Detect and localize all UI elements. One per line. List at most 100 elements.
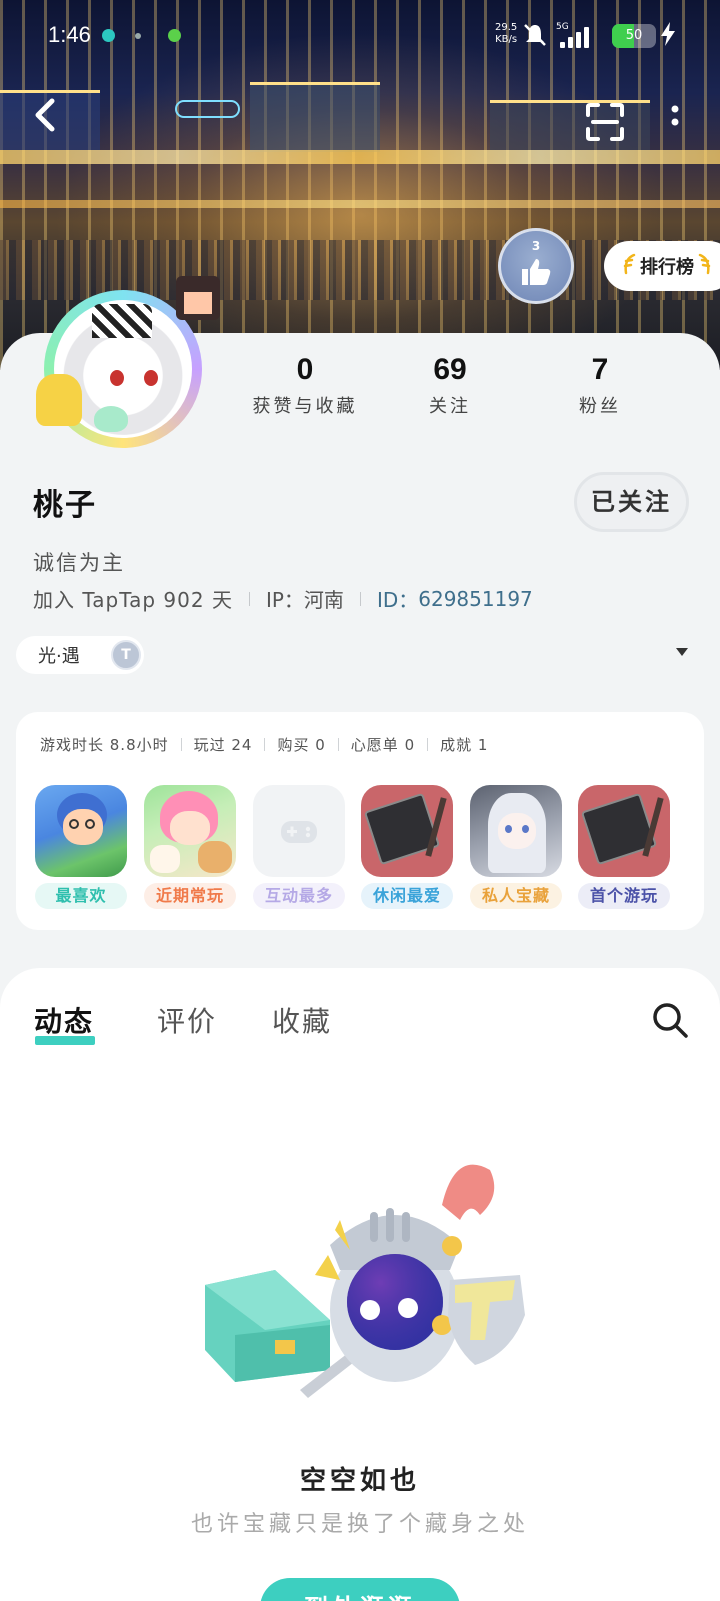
tab-favorites[interactable]: 收藏: [272, 1000, 332, 1040]
game-icon: [361, 785, 453, 877]
charging-icon: [661, 22, 675, 51]
banner-building: [250, 82, 380, 152]
divider: [337, 738, 339, 751]
ranking-button[interactable]: 排行榜: [604, 241, 720, 291]
user-id-value[interactable]: 629851197: [418, 587, 533, 611]
divider: [264, 738, 266, 751]
divider: [359, 591, 361, 606]
game-tag: 休闲最爱: [361, 883, 453, 909]
game-item[interactable]: 近期常玩: [144, 785, 236, 909]
empty-state-illustration: [180, 1150, 560, 1400]
net-speed: 29.5 KB/s: [495, 22, 517, 46]
scan-icon: [586, 103, 624, 141]
game-item[interactable]: 休闲最爱: [361, 785, 453, 909]
user-id-label: ID：: [376, 588, 419, 612]
mute-icon: [522, 22, 548, 54]
game-stats-row[interactable]: 游戏时长 8.8小时 玩过 24 购买 0 心愿单 0 成就 1: [40, 734, 488, 755]
divider: [180, 738, 182, 751]
empty-state-subtitle: 也许宝藏只是换了个藏身之处: [190, 1512, 529, 1537]
games-card: 游戏时长 8.8小时 玩过 24 购买 0 心愿单 0 成就 1 最喜欢 近期常…: [16, 712, 704, 930]
game-world-pill[interactable]: 光·遇 T: [16, 636, 144, 674]
game-item[interactable]: 互动最多: [253, 785, 345, 909]
game-item[interactable]: 最喜欢: [35, 785, 127, 909]
game-icon: [578, 785, 670, 877]
stat-value: 7: [591, 353, 609, 386]
game-icon-placeholder: [253, 785, 345, 877]
stat-label: 获赞与收藏: [252, 396, 358, 417]
follow-button[interactable]: 已关注: [574, 472, 689, 532]
stat-label: 粉丝: [579, 396, 621, 417]
gamepad-icon: [281, 821, 317, 843]
avatar[interactable]: [32, 276, 220, 452]
net-speed-unit: KB/s: [495, 34, 518, 45]
banner-building: [490, 100, 650, 150]
browse-button[interactable]: 到处逛逛: [260, 1578, 460, 1601]
tab-indicator: [35, 1036, 95, 1045]
purchase-count: 购买 0: [277, 736, 326, 754]
back-button[interactable]: [30, 95, 66, 145]
game-world-name: 光·遇: [38, 646, 80, 667]
ip-location: IP：河南: [265, 588, 344, 612]
status-time: 1:46: [48, 22, 91, 47]
avatar-slime: [94, 406, 128, 432]
stat-value: 69: [433, 353, 467, 386]
game-icon: [35, 785, 127, 877]
stat-followers[interactable]: 7 粉丝: [525, 352, 675, 418]
stat-following[interactable]: 69 关注: [375, 352, 525, 418]
search-icon[interactable]: [650, 1000, 690, 1040]
notification-small-icon: [135, 33, 141, 39]
thumbs-up-icon: [501, 257, 571, 295]
banner-light-band: [0, 200, 720, 208]
user-name: 桃子: [33, 488, 97, 523]
tab-posts[interactable]: 动态: [34, 1000, 94, 1040]
likes-badge-number: 3: [531, 239, 541, 253]
played-count: 玩过 24: [193, 736, 253, 754]
play-time: 游戏时长 8.8小时: [40, 736, 169, 754]
avatar-pixel-character: [176, 276, 220, 320]
stat-label: 关注: [429, 396, 471, 417]
game-tag: 私人宝藏: [470, 883, 562, 909]
avatar-character: [36, 374, 82, 426]
tab-reviews[interactable]: 评价: [157, 1000, 217, 1040]
battery-level: 50: [625, 28, 643, 43]
achievement-count: 成就 1: [440, 736, 489, 754]
banner-neon-sign: [175, 100, 240, 118]
banner-light-band: [0, 150, 720, 164]
game-item[interactable]: 私人宝藏: [470, 785, 562, 909]
ranking-label: 排行榜: [640, 257, 694, 278]
taptap-level-badge: T: [111, 640, 141, 670]
net-speed-value: 29.5: [495, 22, 518, 33]
divider: [427, 738, 429, 751]
battery-icon: 50: [612, 24, 656, 48]
likes-badge[interactable]: 3: [498, 228, 574, 304]
join-days: 加入 TapTap 902 天: [33, 588, 233, 612]
signal-icon: [560, 24, 600, 48]
wishlist-count: 心愿单 0: [350, 736, 416, 754]
profile-stats: 0 获赞与收藏 69 关注 7 粉丝: [230, 352, 710, 422]
notification-app-icon: [102, 29, 115, 42]
game-tag: 近期常玩: [144, 883, 236, 909]
more-options-button[interactable]: [660, 100, 690, 140]
notification-charge-icon: [168, 29, 181, 42]
stat-likes[interactable]: 0 获赞与收藏: [230, 352, 380, 418]
game-icon: [470, 785, 562, 877]
stat-value: 0: [296, 353, 314, 386]
game-tag: 互动最多: [253, 883, 345, 909]
avatar-eye: [110, 370, 124, 386]
laurel-right-icon: [698, 253, 712, 280]
game-item[interactable]: 首个游玩: [578, 785, 670, 909]
game-icon: [144, 785, 236, 877]
chevron-down-icon[interactable]: [676, 648, 688, 656]
more-vertical-icon: [671, 105, 679, 126]
status-bar: 1:46 29.5 KB/s 5G 50: [0, 0, 720, 72]
avatar-hat: [92, 304, 152, 338]
user-bio: 诚信为主: [33, 551, 125, 575]
game-tag: 最喜欢: [35, 883, 127, 909]
divider: [248, 591, 250, 606]
laurel-left-icon: [622, 253, 636, 280]
avatar-eye: [144, 370, 158, 386]
game-tag: 首个游玩: [578, 883, 670, 909]
user-meta: 加入 TapTap 902 天 IP：河南 ID： 629851197: [33, 584, 533, 613]
empty-state-title: 空空如也: [299, 1466, 420, 1496]
scan-button[interactable]: [585, 102, 625, 142]
